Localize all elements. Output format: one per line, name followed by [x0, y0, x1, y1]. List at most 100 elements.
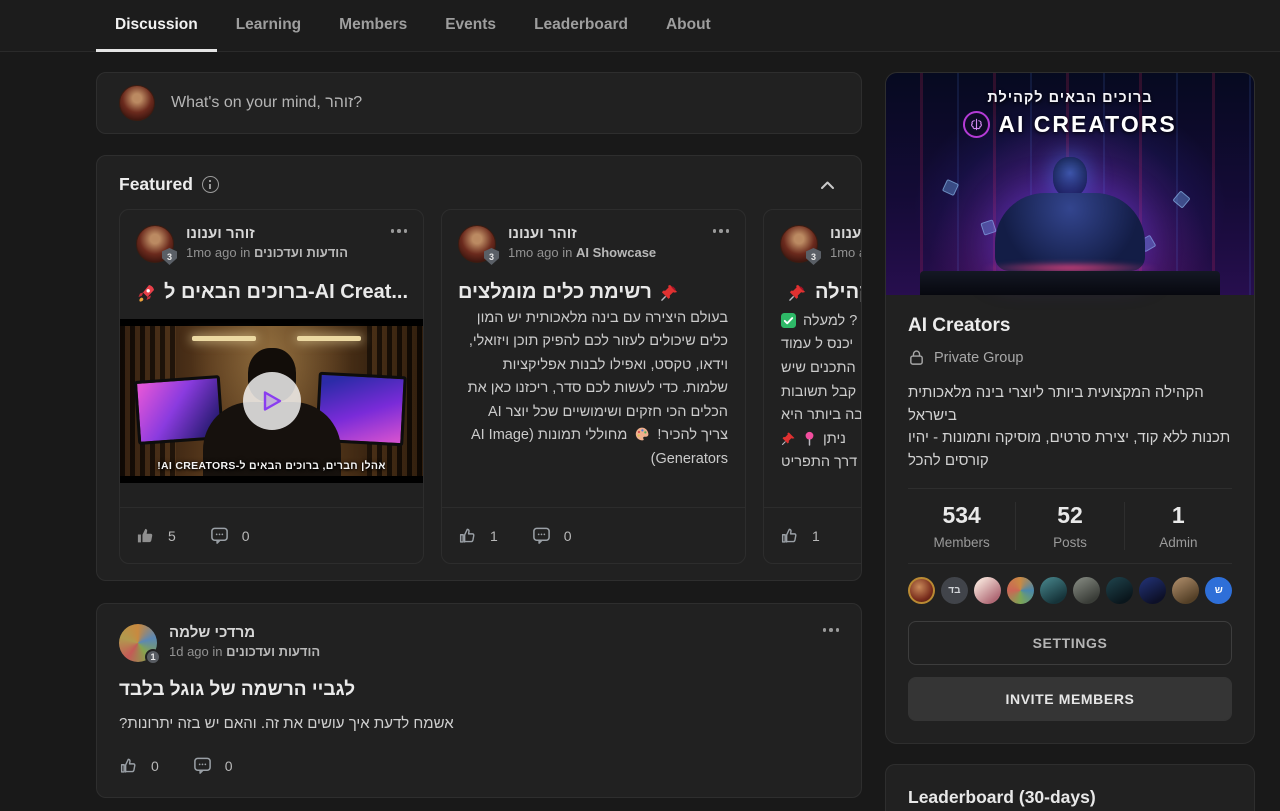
info-icon[interactable] — [202, 176, 219, 193]
comment-button[interactable]: 0 — [532, 526, 572, 545]
current-user-avatar[interactable] — [119, 85, 155, 121]
thumbs-up-icon — [780, 526, 799, 545]
play-button[interactable] — [243, 372, 301, 430]
level-badge: 1 — [145, 649, 161, 665]
post-composer[interactable]: What's on your mind, זוהר? — [96, 72, 862, 134]
featured-card-community[interactable]: 3 זוהר וענונו 1mo ago in קהילה — [763, 209, 862, 564]
comment-button[interactable]: 0 — [210, 526, 250, 545]
lock-icon — [908, 349, 925, 366]
thumbs-up-icon — [136, 526, 155, 545]
comment-icon — [532, 526, 551, 545]
member-avatar[interactable] — [974, 577, 1001, 604]
featured-card-welcome[interactable]: 3 זוהר וענונו 1mo ago in הודעות ועדכונים… — [119, 209, 424, 564]
author-name[interactable]: זוהר וענונו — [508, 225, 701, 242]
author-name[interactable]: מרדכי שלמה — [169, 624, 811, 641]
main-column: What's on your mind, זוהר? Featured — [96, 72, 862, 798]
video-thumbnail[interactable]: אהלן חברים, ברוכים הבאים ל-AI CREATORS! — [120, 319, 423, 483]
group-stats: 534 Members 52 Posts 1 Admin — [908, 489, 1232, 563]
banner-welcome-text: ברוכים הבאים לקהילת — [886, 90, 1254, 106]
round-pin-icon — [803, 431, 816, 446]
pushpin-icon — [788, 283, 807, 302]
leaderboard-title: Leaderboard (30-days) — [908, 787, 1232, 808]
level-badge: 3 — [484, 248, 499, 265]
member-avatar[interactable] — [1007, 577, 1034, 604]
more-options-icon[interactable] — [823, 624, 840, 636]
pushpin-icon — [781, 431, 796, 446]
post-title: ברוכים הבאים ל-AI Creat... — [120, 280, 423, 305]
level-badge: 3 — [806, 248, 821, 265]
more-options-icon[interactable] — [713, 225, 730, 237]
comment-button[interactable]: 0 — [193, 756, 233, 775]
tab-events[interactable]: Events — [426, 0, 515, 52]
post-meta: 1mo ago in הודעות ועדכונים — [186, 245, 379, 260]
stat-admins: 1 Admin — [1124, 502, 1232, 550]
thumbs-up-icon — [458, 526, 477, 545]
invite-members-button[interactable]: INVITE MEMBERS — [908, 677, 1232, 721]
group-about-card: ברוכים הבאים לקהילת AI CREATORS AI Creat… — [885, 72, 1255, 744]
post-meta: 1mo ago in — [830, 245, 862, 260]
member-avatar[interactable] — [908, 577, 935, 604]
chevron-up-icon — [820, 180, 835, 190]
play-icon — [261, 389, 283, 413]
stat-posts: 52 Posts — [1015, 502, 1123, 550]
post-title: רשימת כלים מומלצים — [442, 280, 745, 305]
member-avatar[interactable] — [1106, 577, 1133, 604]
comment-icon — [210, 526, 229, 545]
top-navigation: Discussion Learning Members Events Leade… — [0, 0, 1280, 52]
featured-title: Featured — [119, 174, 193, 195]
post-title: קהילה — [764, 280, 862, 305]
post-meta: 1d ago in הודעות ועדכונים — [169, 644, 811, 659]
author-avatar[interactable]: 3 — [136, 225, 174, 263]
featured-card-tools[interactable]: 3 זוהר וענונו 1mo ago in AI Showcase רשי… — [441, 209, 746, 564]
tab-members[interactable]: Members — [320, 0, 426, 52]
level-badge: 3 — [162, 248, 177, 265]
member-avatar[interactable] — [1139, 577, 1166, 604]
page-content: What's on your mind, זוהר? Featured — [0, 52, 1280, 811]
leaderboard-card: Leaderboard (30-days) — [885, 764, 1255, 811]
featured-section: Featured 3 זוהר וענונו — [96, 155, 862, 581]
post-body: בעולם היצירה עם בינה מלאכותית יש המון כל… — [442, 305, 745, 471]
composer-placeholder: What's on your mind, זוהר? — [171, 94, 362, 112]
tab-leaderboard[interactable]: Leaderboard — [515, 0, 647, 52]
comment-icon — [193, 756, 212, 775]
member-avatars-row: בד ש — [908, 563, 1232, 606]
like-button[interactable]: 5 — [136, 526, 176, 545]
author-avatar[interactable]: 3 — [780, 225, 818, 263]
tab-learning[interactable]: Learning — [217, 0, 320, 52]
post-card[interactable]: 1 מרדכי שלמה 1d ago in הודעות ועדכונים ל… — [96, 603, 862, 798]
like-button[interactable]: 1 — [780, 526, 820, 545]
brain-icon — [963, 111, 990, 138]
member-avatar[interactable] — [1073, 577, 1100, 604]
settings-button[interactable]: SETTINGS — [908, 621, 1232, 665]
author-name[interactable]: זוהר וענונו — [830, 225, 862, 242]
palette-icon — [634, 426, 650, 442]
category-link[interactable]: AI Showcase — [576, 245, 656, 260]
pushpin-icon — [660, 283, 679, 302]
member-avatar[interactable]: ש — [1205, 577, 1232, 604]
tab-discussion[interactable]: Discussion — [96, 0, 217, 52]
like-button[interactable]: 0 — [119, 756, 159, 775]
author-avatar[interactable]: 1 — [119, 624, 157, 662]
member-avatar[interactable] — [1172, 577, 1199, 604]
post-meta: 1mo ago in AI Showcase — [508, 245, 701, 260]
author-avatar[interactable]: 3 — [458, 225, 496, 263]
category-link[interactable]: הודעות ועדכונים — [254, 245, 348, 260]
like-button[interactable]: 1 — [458, 526, 498, 545]
group-banner-image: ברוכים הבאים לקהילת AI CREATORS — [886, 73, 1254, 295]
member-avatar[interactable] — [1040, 577, 1067, 604]
video-caption: אהלן חברים, ברוכים הבאים ל-AI CREATORS! — [120, 460, 423, 472]
privacy-label: Private Group — [934, 350, 1023, 366]
tab-about[interactable]: About — [647, 0, 730, 52]
stat-members: 534 Members — [908, 502, 1015, 550]
group-name: AI Creators — [908, 315, 1232, 337]
featured-cards-row: 3 זוהר וענונו 1mo ago in הודעות ועדכונים… — [119, 209, 859, 564]
group-description: הקהילה המקצועית ביותר ליוצרי בינה מלאכות… — [908, 382, 1232, 472]
check-mark-icon — [781, 313, 796, 328]
banner-title-row: AI CREATORS — [886, 111, 1254, 138]
collapse-featured-button[interactable] — [816, 176, 839, 194]
member-avatar[interactable]: בד — [941, 577, 968, 604]
banner-group-name: AI CREATORS — [998, 111, 1176, 138]
author-name[interactable]: זוהר וענונו — [186, 225, 379, 242]
category-link[interactable]: הודעות ועדכונים — [226, 644, 320, 659]
more-options-icon[interactable] — [391, 225, 408, 237]
